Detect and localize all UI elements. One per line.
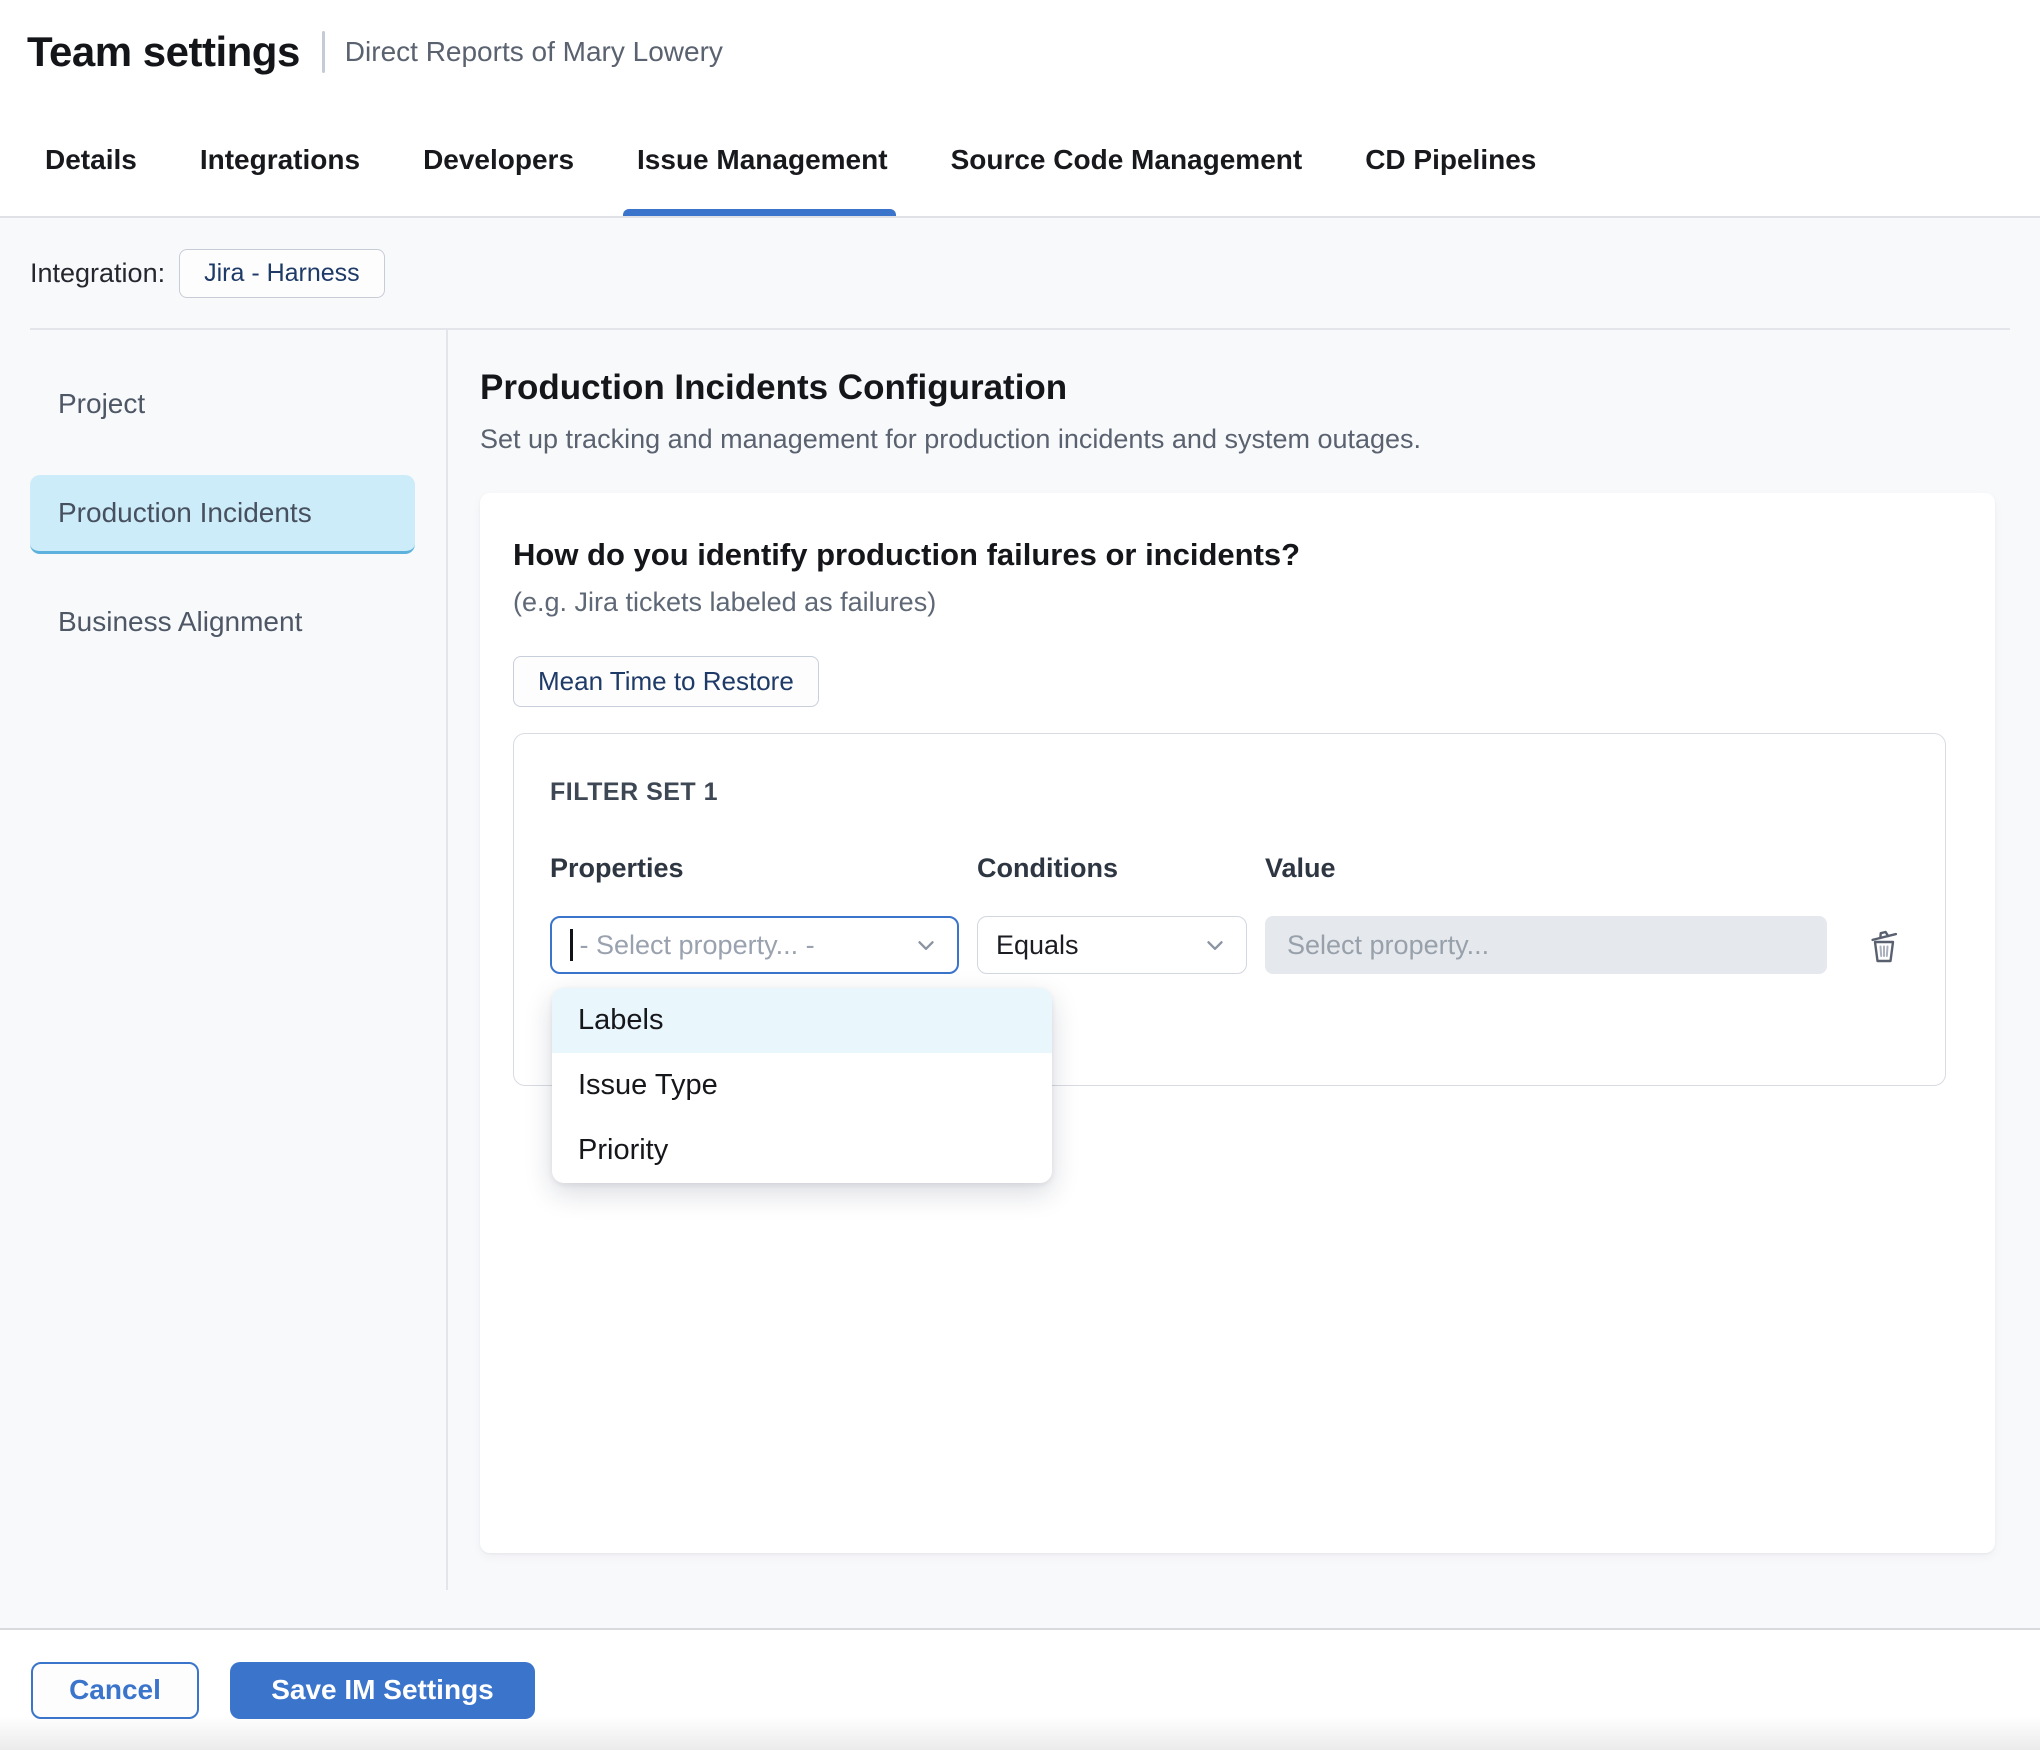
integration-label: Integration: [30,258,165,289]
trash-icon [1865,925,1903,965]
tab-cd-pipelines[interactable]: CD Pipelines [1365,103,1536,216]
header-subtitle: Direct Reports of Mary Lowery [345,36,723,68]
footer-actions: Cancel Save IM Settings [0,1628,2040,1750]
dropdown-option-issue-type[interactable]: Issue Type [552,1053,1052,1118]
value-input[interactable] [1265,916,1827,974]
delete-filter-button[interactable] [1861,921,1907,969]
integration-row: Integration: Jira - Harness [0,218,2040,328]
property-select[interactable]: - Select property... - [550,916,959,974]
section-title: Production Incidents Configuration [480,368,1995,408]
tab-bar: Details Integrations Developers Issue Ma… [0,103,2040,218]
property-select-placeholder: - Select property... - [580,930,815,961]
dropdown-option-priority[interactable]: Priority [552,1118,1052,1183]
sidebar-item-business-alignment[interactable]: Business Alignment [30,584,415,663]
properties-column-header: Properties [550,853,959,884]
dropdown-option-labels[interactable]: Labels [552,988,1052,1053]
sidebar-item-production-incidents[interactable]: Production Incidents [30,475,415,554]
tab-details[interactable]: Details [45,103,137,216]
cancel-button[interactable]: Cancel [31,1662,199,1719]
chevron-down-icon [1202,932,1228,958]
condition-select[interactable]: Equals [977,916,1247,974]
question-hint: (e.g. Jira tickets labeled as failures) [513,587,1962,618]
tab-source-code-management[interactable]: Source Code Management [951,103,1303,216]
content-region: Integration: Jira - Harness Project Prod… [0,218,2040,1628]
section-subtitle: Set up tracking and management for produ… [480,424,1995,455]
chevron-down-icon [913,932,939,958]
page-header: Team settings Direct Reports of Mary Low… [0,0,2040,103]
question-title: How do you identify production failures … [513,537,1962,573]
property-dropdown: Labels Issue Type Priority [552,988,1052,1183]
main-panel: Production Incidents Configuration Set u… [448,330,2040,1628]
tab-issue-management[interactable]: Issue Management [637,103,888,216]
incidents-config-card: How do you identify production failures … [480,493,1995,1553]
page-title: Team settings [27,28,300,76]
sidebar-item-project[interactable]: Project [30,366,415,445]
text-caret [570,929,573,961]
header-divider [322,31,325,73]
filter-set-card: FILTER SET 1 Properties Conditions Value… [513,733,1946,1086]
mean-time-to-restore-chip[interactable]: Mean Time to Restore [513,656,819,707]
team-settings-page: Team settings Direct Reports of Mary Low… [0,0,2040,1750]
filter-set-title: FILTER SET 1 [550,778,1909,807]
tab-developers[interactable]: Developers [423,103,574,216]
tab-integrations[interactable]: Integrations [200,103,360,216]
conditions-column-header: Conditions [977,853,1247,884]
value-column-header: Value [1265,853,1827,884]
settings-sidebar: Project Production Incidents Business Al… [0,330,448,1628]
save-im-settings-button[interactable]: Save IM Settings [230,1662,535,1719]
condition-select-value: Equals [996,930,1079,961]
integration-chip[interactable]: Jira - Harness [179,249,385,298]
